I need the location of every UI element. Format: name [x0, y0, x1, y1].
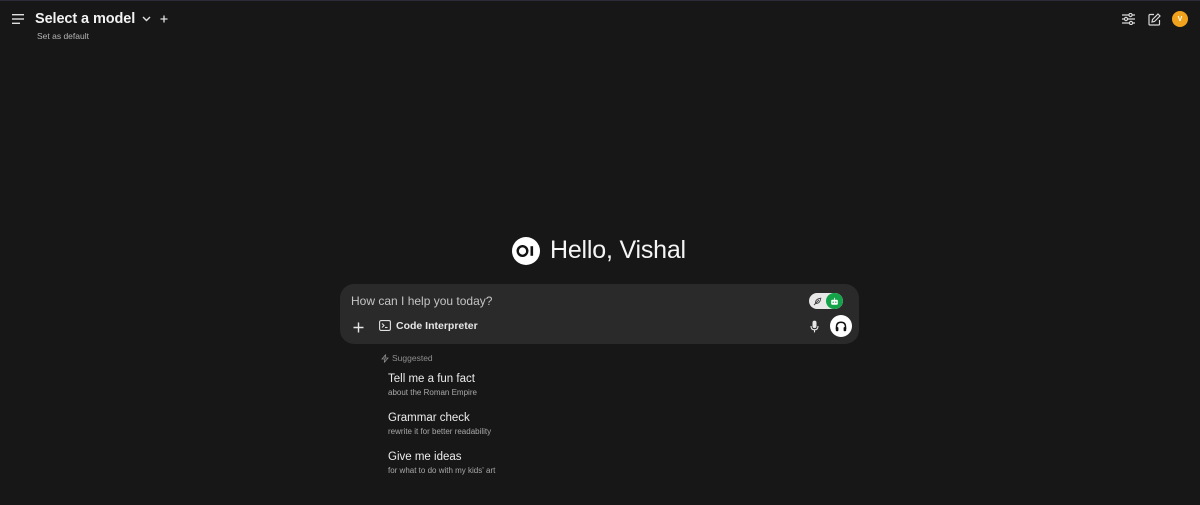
suggestion-item[interactable]: Give me ideas for what to do with my kid…: [388, 451, 495, 475]
model-selector[interactable]: Select a model: [35, 11, 170, 27]
suggestion-subtitle: for what to do with my kids' art: [388, 466, 496, 475]
suggestion-subtitle: about the Roman Empire: [388, 388, 477, 397]
robot-icon[interactable]: [826, 293, 843, 309]
greeting-text: Hello, Vishal: [550, 236, 686, 264]
sliders-icon[interactable]: [1120, 11, 1136, 27]
header-left: Select a model Set as default: [12, 11, 170, 41]
headphones-icon: [835, 320, 847, 332]
suggestion-item[interactable]: Tell me a fun fact about the Roman Empir…: [388, 373, 477, 397]
feather-icon[interactable]: [809, 293, 826, 309]
app-window: Select a model Set as default V Hello, V…: [0, 0, 1200, 505]
app-logo-icon: [512, 236, 540, 265]
add-attachment-icon[interactable]: [351, 320, 365, 334]
set-as-default-link[interactable]: Set as default: [37, 31, 170, 41]
mode-toggle[interactable]: [809, 293, 843, 309]
chevron-down-icon[interactable]: [140, 13, 152, 25]
model-title[interactable]: Select a model: [35, 11, 135, 27]
suggestion-item[interactable]: Grammar check rewrite it for better read…: [388, 412, 491, 436]
suggested-heading: Suggested: [380, 353, 433, 363]
suggestion-title: Give me ideas: [388, 451, 462, 463]
avatar[interactable]: V: [1172, 11, 1188, 27]
code-interpreter-button[interactable]: Code Interpreter: [378, 319, 478, 332]
suggested-label: Suggested: [392, 353, 433, 363]
mic-icon[interactable]: [807, 319, 821, 334]
chat-input-box: Code Interpreter: [340, 284, 859, 344]
suggestion-subtitle: rewrite it for better readability: [388, 427, 492, 436]
bolt-icon: [380, 353, 389, 363]
voice-mode-button[interactable]: [830, 315, 852, 337]
suggestion-title: Grammar check: [388, 412, 470, 424]
edit-icon[interactable]: [1146, 11, 1162, 27]
add-model-plus-icon[interactable]: [158, 13, 170, 25]
terminal-icon: [378, 319, 391, 332]
header-right: V: [1110, 11, 1188, 27]
chat-input[interactable]: [351, 292, 791, 310]
model-selector-block: Select a model Set as default: [35, 11, 170, 41]
code-interpreter-label: Code Interpreter: [396, 319, 478, 332]
menu-icon[interactable]: [12, 12, 24, 26]
greeting: Hello, Vishal: [512, 236, 686, 265]
suggestion-title: Tell me a fun fact: [388, 373, 475, 385]
